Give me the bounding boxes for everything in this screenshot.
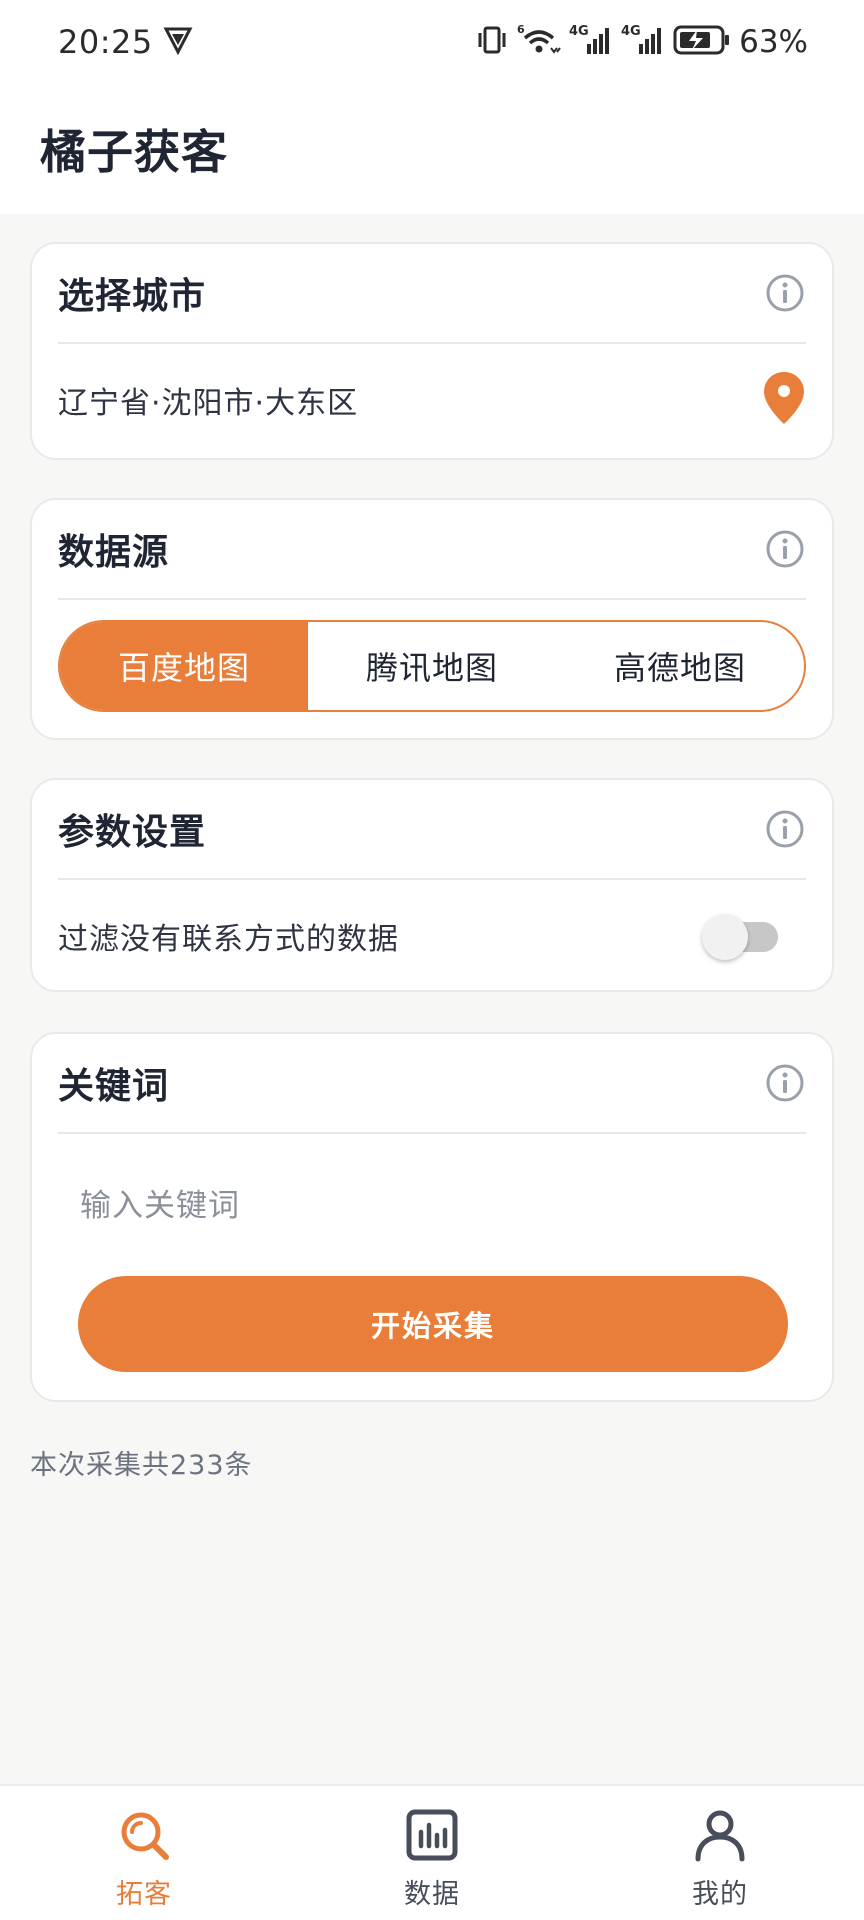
- source-card-header: 数据源: [58, 500, 806, 600]
- param-card-header: 参数设置: [58, 780, 806, 880]
- source-option-tencent[interactable]: 腾讯地图: [308, 622, 556, 710]
- start-collect-button[interactable]: 开始采集: [78, 1276, 788, 1372]
- nav-label-data: 数据: [404, 1879, 460, 1910]
- app-screen: 20:25 6 4G 4G 63% 橘子获客 选择城市 辽宁省·沈阳市·大东区 …: [0, 0, 864, 1920]
- page-title: 橘子获客: [40, 125, 228, 179]
- signal-1-label: 4G: [569, 24, 589, 39]
- keyword-input[interactable]: [58, 1154, 810, 1258]
- signal-1-icon: 4G: [569, 22, 613, 62]
- data-source-segmented-control: 百度地图 腾讯地图 高德地图: [58, 620, 806, 712]
- chart-icon: [405, 1808, 459, 1866]
- battery-percent: 63%: [739, 24, 808, 60]
- city-location-text: 辽宁省·沈阳市·大东区: [58, 386, 359, 421]
- nav-item-mine[interactable]: 我的: [576, 1786, 864, 1920]
- vpn-shield-icon: [163, 25, 193, 59]
- status-left: 20:25: [58, 23, 193, 61]
- location-pin-icon[interactable]: [762, 370, 806, 430]
- wifi-6-label: 6: [517, 23, 525, 36]
- app-header: 橘子获客: [0, 84, 864, 214]
- city-card-header: 选择城市: [58, 244, 806, 344]
- source-info-icon[interactable]: [764, 528, 806, 570]
- user-icon: [693, 1808, 747, 1866]
- wifi-icon: 6: [517, 22, 561, 62]
- search-icon: [117, 1808, 171, 1866]
- result-count-text: 本次采集共233条: [30, 1450, 253, 1481]
- signal-2-icon: 4G: [621, 22, 665, 62]
- status-right: 6 4G 4G 63%: [475, 22, 808, 62]
- nav-label-prospect: 拓客: [116, 1879, 172, 1910]
- city-card: 选择城市 辽宁省·沈阳市·大东区: [30, 242, 834, 460]
- param-card-title: 参数设置: [58, 812, 207, 853]
- vibrate-icon: [475, 23, 509, 61]
- param-settings-card: 参数设置 过滤没有联系方式的数据: [30, 778, 834, 992]
- source-option-amap[interactable]: 高德地图: [556, 622, 804, 710]
- bottom-nav: 拓客 数据 我的: [0, 1784, 864, 1920]
- status-bar: 20:25 6 4G 4G 63%: [0, 0, 864, 84]
- keyword-info-icon[interactable]: [764, 1062, 806, 1104]
- source-card-title: 数据源: [58, 532, 170, 573]
- nav-item-prospect[interactable]: 拓客: [0, 1786, 288, 1920]
- nav-item-data[interactable]: 数据: [288, 1786, 576, 1920]
- data-source-card: 数据源 百度地图 腾讯地图 高德地图: [30, 498, 834, 740]
- signal-2-label: 4G: [621, 24, 641, 39]
- city-info-icon[interactable]: [764, 272, 806, 314]
- filter-setting-row: 过滤没有联系方式的数据: [58, 880, 806, 992]
- keyword-card-title: 关键词: [58, 1066, 170, 1107]
- filter-label: 过滤没有联系方式的数据: [58, 922, 399, 957]
- param-info-icon[interactable]: [764, 808, 806, 850]
- city-card-title: 选择城市: [58, 276, 207, 317]
- keyword-card: 关键词 开始采集: [30, 1032, 834, 1402]
- source-option-baidu[interactable]: 百度地图: [60, 622, 308, 710]
- status-time: 20:25: [58, 23, 153, 61]
- city-selector[interactable]: 辽宁省·沈阳市·大东区: [58, 344, 806, 456]
- filter-toggle[interactable]: [702, 912, 782, 960]
- filter-toggle-knob: [702, 914, 748, 960]
- nav-label-mine: 我的: [692, 1879, 748, 1910]
- battery-charging-icon: [673, 24, 731, 60]
- keyword-card-header: 关键词: [58, 1034, 806, 1134]
